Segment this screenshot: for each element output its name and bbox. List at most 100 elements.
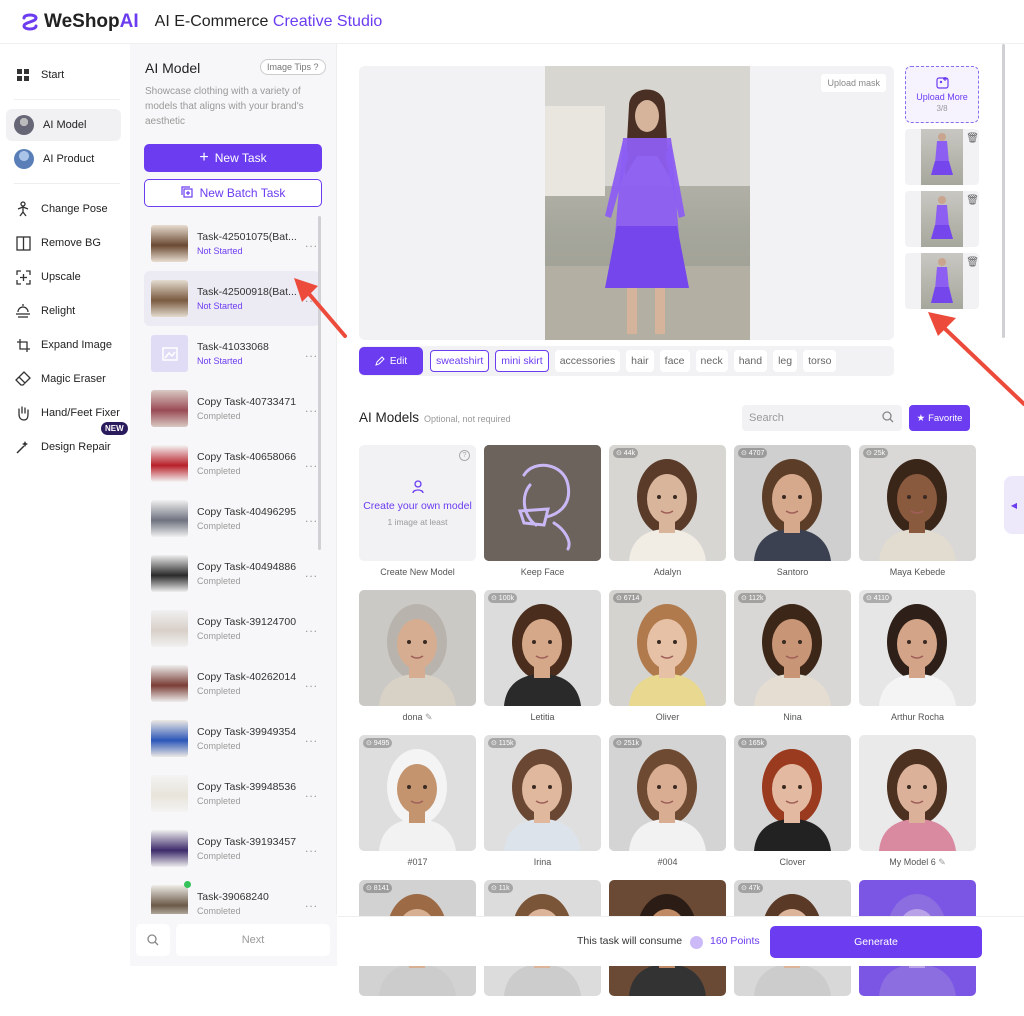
help-icon[interactable]: ?: [459, 450, 470, 461]
model-image: ⊙ 44k: [609, 445, 726, 561]
task-row[interactable]: Copy Task-40494886 Completed...: [144, 546, 320, 601]
keep-face-card[interactable]: Keep Face: [484, 445, 601, 581]
model-card[interactable]: My Model 6 ✎: [859, 735, 976, 871]
new-task-button[interactable]: + New Task: [144, 144, 322, 172]
thumb-image: [921, 253, 963, 309]
edit-button[interactable]: Edit: [359, 347, 423, 375]
image-canvas[interactable]: Upload mask: [359, 66, 894, 340]
more-options-icon[interactable]: ...: [305, 676, 318, 690]
usage-count: ⊙ 6714: [613, 593, 643, 603]
hand-icon: [14, 404, 32, 422]
nav-item-design-repair[interactable]: Design Repair NEW: [6, 422, 128, 463]
model-card[interactable]: ⊙ 6714 Oliver: [609, 590, 726, 726]
more-options-icon[interactable]: ...: [305, 456, 318, 470]
image-tips-button[interactable]: Image Tips ?: [260, 59, 326, 75]
collapse-panel-button[interactable]: ◀: [1004, 476, 1024, 534]
top-bar: WeShopAI AI E-Commerce Creative Studio: [0, 0, 1024, 44]
pose-icon: [14, 200, 32, 218]
create-model-card[interactable]: ? Create your own model 1 image at least Cr…: [359, 445, 476, 581]
more-options-icon[interactable]: ...: [305, 236, 318, 250]
model-card[interactable]: ⊙ 165k Clover: [734, 735, 851, 871]
nav-item-change-pose[interactable]: Change Pose: [6, 193, 121, 225]
task-row[interactable]: Task-42500918(Bat... Not Started...: [144, 271, 320, 326]
more-options-icon[interactable]: ...: [305, 731, 318, 745]
tag-chip[interactable]: leg: [773, 350, 798, 372]
nav-item-remove-bg[interactable]: Remove BG: [6, 227, 121, 259]
tag-chip[interactable]: torso: [803, 350, 837, 372]
ai-models-title: AI Models: [359, 410, 420, 425]
next-button[interactable]: Next: [176, 924, 330, 956]
search-tasks-button[interactable]: [136, 924, 170, 956]
task-row[interactable]: Task-42501075(Bat... Not Started...: [144, 216, 320, 271]
model-card[interactable]: ⊙ 112k Nina: [734, 590, 851, 726]
edit-pencil-icon[interactable]: ✎: [425, 712, 433, 722]
nav-label: Expand Image: [41, 339, 112, 351]
edit-pencil-icon[interactable]: ✎: [938, 857, 946, 867]
delete-icon[interactable]: 🗑: [966, 257, 979, 268]
uploaded-thumb-3[interactable]: 🗑: [905, 253, 979, 309]
nav-item-ai-product[interactable]: AI Product: [6, 143, 121, 175]
generate-button[interactable]: Generate: [770, 926, 982, 958]
model-card[interactable]: dona ✎: [359, 590, 476, 726]
uploaded-thumb-2[interactable]: 🗑: [905, 191, 979, 247]
nav-item-ai-model[interactable]: AI Model: [6, 109, 121, 141]
model-card[interactable]: ⊙ 25k Maya Kebede: [859, 445, 976, 581]
uploaded-thumb-1[interactable]: 🗑: [905, 129, 979, 185]
new-batch-task-button[interactable]: New Batch Task: [144, 179, 322, 207]
model-name-text: Clover: [779, 857, 806, 867]
task-row[interactable]: Copy Task-40658066 Completed...: [144, 436, 320, 491]
model-card[interactable]: ⊙ 4110 Arthur Rocha: [859, 590, 976, 726]
tag-chip[interactable]: face: [659, 350, 690, 372]
more-options-icon[interactable]: ...: [305, 566, 318, 580]
main-scrollbar[interactable]: [1002, 44, 1005, 338]
tag-chip[interactable]: hair: [626, 350, 654, 372]
model-card[interactable]: ⊙ 100k Letitia: [484, 590, 601, 726]
more-options-icon[interactable]: ...: [305, 786, 318, 800]
tag-chip[interactable]: neck: [695, 350, 728, 372]
nav-item-relight[interactable]: Relight: [6, 295, 121, 327]
task-list-scrollbar[interactable]: [318, 216, 321, 550]
model-image: ⊙ 251k: [609, 735, 726, 851]
model-name-text: Nina: [783, 712, 802, 722]
more-options-icon[interactable]: ...: [305, 401, 318, 415]
more-options-icon[interactable]: ...: [305, 621, 318, 635]
task-status: Completed: [197, 631, 241, 641]
model-card[interactable]: ⊙ 44k Adalyn: [609, 445, 726, 581]
upload-more-button[interactable]: Upload More 3/8: [905, 66, 979, 123]
more-options-icon[interactable]: ...: [305, 841, 318, 855]
nav-item-magic-eraser[interactable]: Magic Eraser: [6, 363, 121, 395]
task-row[interactable]: Copy Task-40496295 Completed...: [144, 491, 320, 546]
more-options-icon[interactable]: ...: [305, 511, 318, 525]
tag-chip[interactable]: sweatshirt: [430, 350, 490, 372]
task-row[interactable]: Copy Task-39193457 Completed...: [144, 821, 320, 876]
task-thumbnail: [151, 830, 188, 867]
model-card[interactable]: ⊙ 4707 Santoro: [734, 445, 851, 581]
favorite-button[interactable]: ★ Favorite: [909, 405, 970, 431]
delete-icon[interactable]: 🗑: [966, 133, 979, 144]
tag-chip[interactable]: mini skirt: [495, 350, 549, 372]
model-card[interactable]: ⊙ 251k #004: [609, 735, 726, 871]
tag-chip[interactable]: accessories: [554, 350, 621, 372]
task-row[interactable]: Copy Task-39948536 Completed...: [144, 766, 320, 821]
model-card[interactable]: ⊙ 9495 #017: [359, 735, 476, 871]
task-row[interactable]: Copy Task-40262014 Completed...: [144, 656, 320, 711]
nav-item-upscale[interactable]: Upscale: [6, 261, 121, 293]
model-card[interactable]: ⊙ 115k Irina: [484, 735, 601, 871]
image-tips-label: Image Tips: [267, 62, 312, 72]
task-status: Completed: [197, 521, 241, 531]
nav-item-start[interactable]: Start: [6, 59, 121, 91]
brand-logo-text[interactable]: WeShopAI: [44, 11, 139, 33]
upload-mask-button[interactable]: Upload mask: [821, 74, 886, 92]
tag-chip[interactable]: hand: [733, 350, 768, 372]
more-options-icon[interactable]: ...: [305, 291, 318, 305]
more-options-icon[interactable]: ...: [305, 346, 318, 360]
delete-icon[interactable]: 🗑: [966, 195, 979, 206]
task-row[interactable]: Copy Task-40733471 Completed...: [144, 381, 320, 436]
nav-item-expand-image[interactable]: Expand Image: [6, 329, 121, 361]
model-search-input[interactable]: Search: [742, 405, 902, 431]
task-row[interactable]: Task-41033068 Not Started...: [144, 326, 320, 381]
model-name: Maya Kebede: [859, 567, 976, 581]
task-row[interactable]: Copy Task-39124700 Completed...: [144, 601, 320, 656]
more-options-icon[interactable]: ...: [305, 896, 318, 910]
task-row[interactable]: Copy Task-39949354 Completed...: [144, 711, 320, 766]
